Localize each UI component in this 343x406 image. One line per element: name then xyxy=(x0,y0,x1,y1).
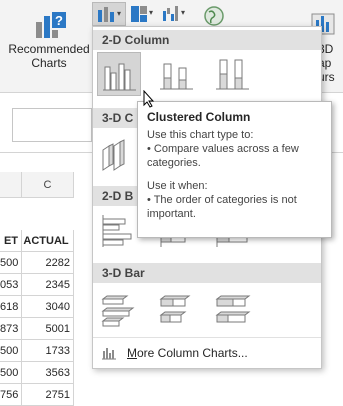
cell-budget[interactable]: 873 xyxy=(0,318,22,340)
column-header-b[interactable] xyxy=(0,172,22,198)
column-header-c[interactable]: C xyxy=(22,172,74,198)
cell-actual[interactable]: 3563 xyxy=(22,362,74,384)
cell-budget[interactable]: 500 xyxy=(0,252,22,274)
chevron-down-icon: ▾ xyxy=(117,9,122,18)
cell-actual[interactable]: 5001 xyxy=(22,318,74,340)
recommended-label-line2: Charts xyxy=(31,56,67,70)
3d-stacked-bar-thumb[interactable] xyxy=(155,287,199,331)
3d-stacked-bar-icon xyxy=(159,295,191,323)
cell-actual[interactable]: 2345 xyxy=(22,274,74,296)
more-column-charts-link[interactable]: More Column Charts... xyxy=(93,337,321,368)
hierarchy-chart-icon xyxy=(131,6,147,22)
waterfall-chart-icon xyxy=(163,6,178,21)
100-stacked-column-thumb[interactable] xyxy=(211,52,255,96)
recommended-label-line1: Recommended xyxy=(8,42,90,56)
recommended-charts-icon: ? xyxy=(36,12,66,38)
clustered-column-thumb[interactable] xyxy=(97,52,141,96)
column-chart-small-icon xyxy=(102,348,116,360)
stacked-column-icon xyxy=(160,63,193,90)
cell-budget[interactable]: 618 xyxy=(0,296,22,318)
3d-column-icon xyxy=(102,139,125,171)
3d-clustered-bar-thumb[interactable] xyxy=(97,287,141,331)
insert-hierarchy-chart-button[interactable]: ▾ xyxy=(128,2,158,26)
tooltip-use-to-item: • Compare values across a few categories… xyxy=(147,143,299,169)
column-chart-icon xyxy=(98,7,114,22)
chevron-down-icon: ▾ xyxy=(149,8,154,17)
mouse-pointer-icon xyxy=(143,90,155,108)
more-link-rest: ore Column Charts... xyxy=(137,346,248,360)
chart-type-tooltip: Clustered Column Use this chart type to:… xyxy=(137,101,332,238)
recommended-charts-button[interactable]: ? Recommended Charts xyxy=(0,0,98,92)
name-box[interactable] xyxy=(12,108,92,142)
cell-budget[interactable]: 756 xyxy=(0,384,22,406)
clustered-bar-icon xyxy=(102,215,132,247)
tooltip-use-when-item: • The order of categories is not importa… xyxy=(147,194,297,220)
stacked-column-thumb[interactable] xyxy=(155,52,199,96)
svg-text:?: ? xyxy=(55,13,63,28)
tooltip-use-to: Use this chart type to: xyxy=(147,129,254,141)
3d-clustered-column-thumb[interactable] xyxy=(97,132,141,176)
cell-header-actual[interactable]: ACTUAL xyxy=(22,230,74,252)
cell-actual[interactable]: 2751 xyxy=(22,384,74,406)
cell-budget[interactable]: 500 xyxy=(0,340,22,362)
more-link-accelerator: M xyxy=(127,346,137,360)
tooltip-title: Clustered Column xyxy=(147,110,251,124)
cell-budget[interactable]: 500 xyxy=(0,362,22,384)
cell-actual[interactable]: 3040 xyxy=(22,296,74,318)
more-column-charts-label: More Column Charts... xyxy=(127,338,248,368)
insert-column-chart-button[interactable]: ▾ xyxy=(92,2,126,26)
insert-waterfall-chart-button[interactable]: ▾ xyxy=(160,2,190,26)
3d-100-stacked-bar-thumb[interactable] xyxy=(211,287,255,331)
recommended-charts-label: Recommended Charts xyxy=(0,42,98,70)
3d-100-stacked-bar-icon xyxy=(215,295,251,323)
cell-actual[interactable]: 1733 xyxy=(22,340,74,362)
section-header-2d-column: 2-D Column xyxy=(93,30,321,50)
cell-budget[interactable]: 053 xyxy=(0,274,22,296)
tooltip-use-when: Use it when: xyxy=(147,180,208,192)
section-header-3d-bar: 3-D Bar xyxy=(93,263,321,283)
chevron-down-icon: ▾ xyxy=(181,8,186,17)
clustered-column-icon xyxy=(103,63,136,91)
cell-actual[interactable]: 2282 xyxy=(22,252,74,274)
3d-clustered-bar-icon xyxy=(101,295,135,327)
cell-header-budget[interactable]: ET xyxy=(0,230,22,252)
100-stacked-column-icon xyxy=(216,59,249,90)
globe-icon xyxy=(204,6,224,26)
clustered-bar-thumb[interactable] xyxy=(97,209,141,253)
